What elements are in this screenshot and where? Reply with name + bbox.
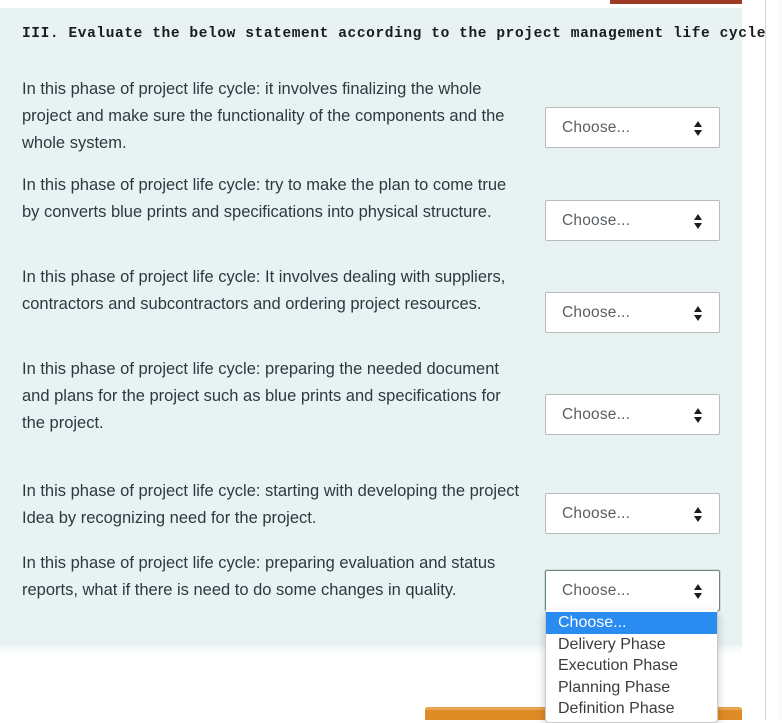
answer-select-5[interactable]: Choose...	[545, 493, 720, 534]
updown-arrows-icon	[694, 507, 703, 522]
question-text: In this phase of project life cycle: pre…	[22, 360, 501, 432]
select-value-label: Choose...	[562, 119, 631, 136]
answer-select-6[interactable]: Choose...	[545, 570, 720, 611]
updown-arrows-icon	[694, 408, 703, 423]
select-box[interactable]: Choose...	[545, 394, 720, 435]
select-box[interactable]: Choose...	[545, 200, 720, 241]
answer-select-3[interactable]: Choose...	[545, 292, 720, 333]
select-value-label: Choose...	[562, 406, 631, 423]
select-value-label: Choose...	[562, 582, 631, 599]
updown-arrows-icon	[694, 121, 703, 136]
answer-select-4[interactable]: Choose...	[545, 394, 720, 435]
question-row: In this phase of project life cycle: try…	[0, 172, 742, 264]
answer-select-2[interactable]: Choose...	[545, 200, 720, 241]
select-value-label: Choose...	[562, 304, 631, 321]
quiz-panel: III. Evaluate the below statement accord…	[0, 8, 767, 653]
question-text: In this phase of project life cycle: It …	[22, 268, 506, 313]
question-text: In this phase of project life cycle: pre…	[22, 554, 496, 599]
question-text: In this phase of project life cycle: try…	[22, 176, 507, 221]
select-box[interactable]: Choose...	[545, 493, 720, 534]
question-text: In this phase of project life cycle: it …	[22, 80, 505, 152]
select-box[interactable]: Choose...	[545, 107, 720, 148]
dropdown-option[interactable]: Execution Phase	[546, 655, 717, 677]
updown-arrows-icon	[694, 306, 703, 321]
dropdown-option-list[interactable]: Choose... Delivery Phase Execution Phase…	[545, 610, 718, 723]
dropdown-option[interactable]: Delivery Phase	[546, 634, 717, 656]
dropdown-option[interactable]: Definition Phase	[546, 698, 717, 720]
question-row: In this phase of project life cycle: it …	[0, 76, 742, 174]
updown-arrows-icon	[694, 214, 703, 229]
select-box[interactable]: Choose...	[545, 292, 720, 333]
top-accent-strip	[610, 0, 742, 4]
question-row: In this phase of project life cycle: pre…	[0, 356, 742, 481]
select-value-label: Choose...	[562, 505, 631, 522]
page-gutter-divider	[765, 0, 766, 720]
question-text: In this phase of project life cycle: sta…	[22, 482, 520, 527]
updown-arrows-icon	[694, 584, 703, 599]
section-heading: III. Evaluate the below statement accord…	[22, 26, 767, 42]
select-value-label: Choose...	[562, 212, 631, 229]
select-box[interactable]: Choose...	[545, 570, 720, 611]
question-row: In this phase of project life cycle: sta…	[0, 478, 742, 550]
question-row: In this phase of project life cycle: It …	[0, 264, 742, 356]
dropdown-option[interactable]: Planning Phase	[546, 677, 717, 699]
dropdown-option[interactable]: Choose...	[546, 612, 717, 634]
answer-select-1[interactable]: Choose...	[545, 107, 720, 148]
